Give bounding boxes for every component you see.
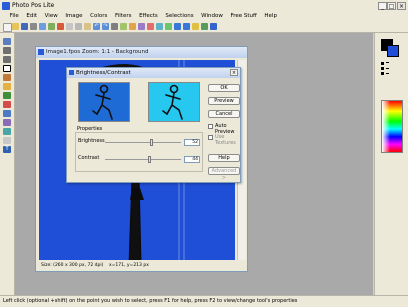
effects-icon[interactable] [165, 23, 172, 30]
mail-icon[interactable] [57, 23, 64, 30]
undo-icon[interactable]: ↶ [93, 23, 100, 30]
contrast-slider-thumb[interactable] [148, 156, 151, 163]
pencil-tool-icon[interactable] [3, 92, 11, 99]
resize-icon[interactable] [129, 23, 136, 30]
save-icon[interactable] [21, 23, 28, 30]
contrast-slider-track[interactable] [105, 159, 181, 160]
brightness-contrast-dialog: Brightness/Contrast × Properties Brightn… [66, 67, 241, 183]
status-bar: Left click (optional +shift) on the poin… [0, 295, 408, 307]
menu-help[interactable]: Help [261, 12, 280, 21]
text-tool-icon[interactable]: T [3, 146, 11, 153]
layers-icon[interactable] [156, 23, 163, 30]
rotate-icon[interactable] [138, 23, 145, 30]
zoom-in-icon[interactable] [174, 23, 181, 30]
brightness-slider-thumb[interactable] [150, 139, 153, 146]
print-icon[interactable] [30, 23, 37, 30]
original-stick-figure [92, 84, 113, 120]
copy-icon[interactable] [75, 23, 82, 30]
background-color-swatch[interactable] [387, 45, 399, 57]
redo-icon[interactable]: ↷ [102, 23, 109, 30]
tools-panel: T [0, 33, 15, 295]
cursor-position-text: x=171, y=213 px [109, 263, 149, 268]
app-logo-icon [2, 2, 10, 10]
menu-effects[interactable]: Effects [136, 12, 161, 21]
original-preview [78, 82, 130, 122]
texture-icon[interactable] [381, 72, 384, 75]
menu-filters[interactable]: Filters [112, 12, 135, 21]
scan-icon[interactable] [39, 23, 46, 30]
new-file-icon[interactable] [3, 23, 12, 32]
eraser-tool-icon[interactable] [3, 137, 11, 144]
dialog-close-button[interactable]: × [230, 69, 238, 76]
document-title: Image1.fpos Zoom: 1:1 - Background [46, 49, 149, 55]
color-dash-1 [386, 62, 389, 63]
menu-view[interactable]: View [42, 12, 61, 21]
menu-bar: File Edit View Image Colors Filters Effe… [0, 12, 408, 21]
document-icon [38, 49, 44, 55]
pointer-tool-icon[interactable] [3, 65, 11, 72]
close-button[interactable]: × [397, 2, 406, 10]
document-title-bar[interactable]: Image1.fpos Zoom: 1:1 - Background [36, 47, 247, 58]
menu-selections[interactable]: Selections [162, 12, 196, 21]
color-dash-3 [386, 73, 389, 74]
dialog-title-bar[interactable]: Brightness/Contrast × [67, 68, 240, 78]
cancel-button[interactable]: Cancel [208, 110, 240, 118]
brightness-slider-track[interactable] [105, 142, 181, 143]
help-button[interactable]: Help [208, 154, 240, 162]
lasso-tool-icon[interactable] [3, 74, 11, 81]
menu-free-stuff[interactable]: Free Stuff [227, 12, 259, 21]
airbrush-tool-icon[interactable] [3, 110, 11, 117]
dialog-icon [69, 70, 74, 75]
rect-select-tool-icon[interactable] [3, 47, 11, 54]
status-text: Left click (optional +shift) on the poin… [3, 298, 298, 304]
brightness-label: Brightness [78, 138, 105, 144]
default-colors-icon[interactable] [381, 62, 384, 65]
brightness-value-field[interactable]: 52 [184, 139, 200, 146]
toolbar: ↶ ↷ [0, 21, 408, 33]
contrast-value-field[interactable]: 44 [184, 156, 200, 163]
use-textures-label: Use Textures [215, 134, 236, 146]
ellipse-select-tool-icon[interactable] [3, 56, 11, 63]
move-tool-icon[interactable] [3, 38, 11, 45]
hand-icon[interactable] [192, 23, 199, 30]
swap-colors-icon[interactable] [381, 67, 384, 70]
menu-colors[interactable]: Colors [87, 12, 110, 21]
crop-icon[interactable] [120, 23, 127, 30]
contrast-label: Contrast [78, 155, 100, 161]
zoom-out-icon[interactable] [183, 23, 190, 30]
clone-tool-icon[interactable] [3, 119, 11, 126]
ok-button[interactable]: OK [208, 84, 240, 92]
image-size-text: Size: (260 x 300 px, 72 dpi) [41, 263, 104, 268]
flip-icon[interactable] [147, 23, 154, 30]
magic-wand-tool-icon[interactable] [3, 83, 11, 90]
open-folder-icon[interactable] [12, 23, 19, 30]
help-icon[interactable] [210, 23, 217, 30]
menu-edit[interactable]: Edit [23, 12, 40, 21]
document-status: Size: (260 x 300 px, 72 dpi) x=171, y=21… [39, 262, 235, 270]
history-icon[interactable] [111, 23, 118, 30]
info-icon[interactable] [201, 23, 208, 30]
maximize-button[interactable]: □ [387, 2, 396, 10]
preview-button[interactable]: Preview [208, 97, 240, 105]
auto-preview-checkbox[interactable] [208, 124, 213, 129]
dialog-title: Brightness/Contrast [76, 70, 131, 76]
app-title: Photo Pos Lite [12, 2, 55, 9]
color-palette[interactable] [381, 100, 403, 153]
paste-icon[interactable] [84, 23, 91, 30]
adjusted-preview [148, 82, 200, 122]
menu-file[interactable]: File [7, 12, 22, 21]
brush-tool-icon[interactable] [3, 101, 11, 108]
fill-tool-icon[interactable] [3, 128, 11, 135]
advanced-button[interactable]: Advanced > [208, 167, 240, 181]
menu-window[interactable]: Window [198, 12, 226, 21]
minimize-button[interactable]: _ [378, 2, 387, 10]
cut-icon[interactable] [66, 23, 73, 30]
menu-image[interactable]: Image [62, 12, 85, 21]
export-icon[interactable] [48, 23, 55, 30]
use-textures-checkbox[interactable] [208, 135, 213, 140]
color-dash-2 [386, 68, 389, 69]
adjusted-stick-figure [162, 84, 183, 120]
right-panel [374, 33, 408, 295]
